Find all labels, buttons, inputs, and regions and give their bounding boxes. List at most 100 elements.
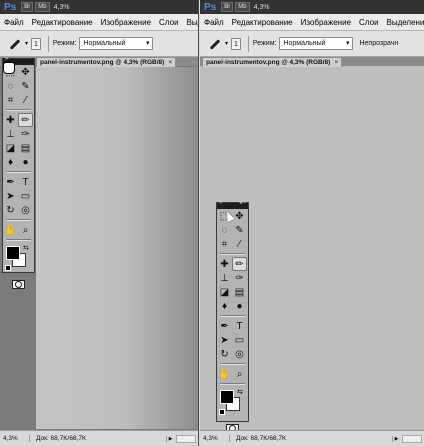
crop-icon[interactable]: ⌗ [3,93,18,107]
document-tab[interactable]: panel-instrumentov.png @ 4,3% (RGB/8) × [36,57,177,67]
gradient-icon[interactable]: ▤ [18,141,33,155]
zoom-icon[interactable]: ⌕ [18,223,33,237]
brush-icon[interactable]: ✏ [18,113,33,127]
chevron-down-icon[interactable]: ▾ [225,40,228,47]
menu-image[interactable]: Изображение [97,18,155,27]
swap-colors-icon[interactable]: ⇆ [237,388,243,396]
type-icon[interactable]: T [232,319,247,333]
blur-icon[interactable]: ♦ [3,155,18,169]
document-tab-title: panel-instrumentov.png @ 4,3% (RGB/8) [40,59,165,66]
eyedropper-icon[interactable]: ⁄ [18,93,33,107]
chevron-down-icon[interactable]: ▾ [25,40,28,47]
tools-panel-floating: » ◂ × ⬚ ✥ ◌ ✎ ⌗ ⁄ ✚ ✏ ⊥ ✑ ◪ ▤ ♦ ● ✒ T ➤ ▭ ↻ ◎ ✋ ⌕ ⇆ [216,200,249,433]
status-zoom[interactable]: 4,3% [200,435,230,442]
menu-image[interactable]: Изображение [297,18,355,27]
status-doc-size: Док: 68,7K/68,7K [236,435,287,442]
clone-stamp-icon[interactable]: ⊥ [217,271,232,285]
brush-preset-icon[interactable] [206,37,222,51]
shape-icon[interactable]: ▭ [232,333,247,347]
options-bar: ▾ 1 Режим: Нормальный ▾ Непрозрачн [200,31,424,57]
mini-bridge-button[interactable]: Mb [235,2,250,12]
tool-row: ♦ ● [3,155,34,169]
menu-edit[interactable]: Редактирование [228,18,297,27]
close-icon[interactable]: × [168,59,172,66]
brush-preset-icon[interactable] [6,37,22,51]
3d-rotate-icon[interactable]: ↻ [3,203,18,217]
path-select-icon[interactable]: ➤ [3,189,18,203]
mode-select[interactable]: Нормальный ▾ [79,37,154,50]
brush-size[interactable]: 1 [231,37,241,50]
clone-stamp-icon[interactable]: ⊥ [3,127,18,141]
status-zoom[interactable]: 4,3% [0,435,30,442]
default-colors-icon[interactable] [219,409,225,415]
tool-row: ⌗ ⁄ [217,237,248,251]
zoom-icon[interactable]: ⌕ [232,367,247,381]
document-canvas[interactable] [36,67,198,429]
gradient-icon[interactable]: ▤ [232,285,247,299]
pen-icon[interactable]: ✒ [3,175,18,189]
foreground-color[interactable] [6,246,20,260]
menu-layers[interactable]: Слои [155,18,182,27]
blur-icon[interactable]: ♦ [217,299,232,313]
foreground-color[interactable] [220,390,234,404]
healing-brush-icon[interactable]: ✚ [217,257,232,271]
menu-layers[interactable]: Слои [355,18,382,27]
dodge-icon[interactable]: ● [18,155,33,169]
panel-controls[interactable]: ◂ × [239,200,246,206]
menu-file[interactable]: Файл [0,18,28,27]
move-icon[interactable]: ✥ [18,65,33,79]
eraser-icon[interactable]: ◪ [3,141,18,155]
document-tab[interactable]: panel-instrumentov.png @ 4,3% (RGB/8) × [202,57,343,67]
default-colors-icon[interactable] [5,265,11,271]
separator [6,239,31,241]
right-window: Ps Br Mb 4,3% Файл Редактирование Изобра… [200,0,424,446]
move-icon[interactable]: ✥ [232,209,247,223]
app-zoom[interactable]: 4,3% [254,4,270,11]
mode-select[interactable]: Нормальный ▾ [279,37,354,50]
close-icon[interactable]: × [334,59,338,66]
history-brush-icon[interactable]: ✑ [232,271,247,285]
path-select-icon[interactable]: ➤ [217,333,232,347]
menu-select[interactable]: Выделение [182,18,198,27]
eraser-icon[interactable]: ◪ [217,285,232,299]
bridge-button[interactable]: Br [221,2,234,12]
lasso-icon[interactable]: ◌ [217,223,232,237]
expand-icon[interactable]: » [219,200,222,206]
menu-select[interactable]: Выделение [382,18,424,27]
horizontal-scrollbar[interactable] [402,434,422,443]
status-menu-icon[interactable]: ▶ [392,435,400,442]
dodge-icon[interactable]: ● [232,299,247,313]
3d-rotate-icon[interactable]: ↻ [217,347,232,361]
brush-icon[interactable]: ✏ [232,257,247,271]
menu-edit[interactable]: Редактирование [28,18,97,27]
hand-icon[interactable]: ✋ [3,223,18,237]
type-icon[interactable]: T [18,175,33,189]
quick-select-icon[interactable]: ✎ [18,79,33,93]
3d-camera-icon[interactable]: ◎ [18,203,33,217]
swap-colors-icon[interactable]: ⇆ [23,244,29,252]
shape-icon[interactable]: ▭ [18,189,33,203]
pen-icon[interactable]: ✒ [217,319,232,333]
horizontal-scrollbar[interactable] [176,434,196,443]
mini-bridge-button[interactable]: Mb [35,2,50,12]
tool-row: ◌ ✎ [217,223,248,237]
eyedropper-icon[interactable]: ⁄ [232,237,247,251]
healing-brush-icon[interactable]: ✚ [3,113,18,127]
hand-icon[interactable]: ✋ [217,367,232,381]
lasso-icon[interactable]: ◌ [3,79,18,93]
status-menu-icon[interactable]: ▶ [166,435,174,442]
separator [47,35,49,52]
history-brush-icon[interactable]: ✑ [18,127,33,141]
crop-icon[interactable]: ⌗ [217,237,232,251]
app-zoom[interactable]: 4,3% [54,4,70,11]
menu-file[interactable]: Файл [200,18,228,27]
tool-row: ⌗ ⁄ [3,93,34,107]
tool-row: ⊥ ✑ [3,127,34,141]
chevron-down-icon: ▾ [145,40,150,47]
3d-camera-icon[interactable]: ◎ [232,347,247,361]
brush-size[interactable]: 1 [31,37,41,50]
bridge-button[interactable]: Br [21,2,34,12]
quick-mask-button[interactable] [3,277,34,291]
tool-row: ✒ T [217,319,248,333]
quick-select-icon[interactable]: ✎ [232,223,247,237]
